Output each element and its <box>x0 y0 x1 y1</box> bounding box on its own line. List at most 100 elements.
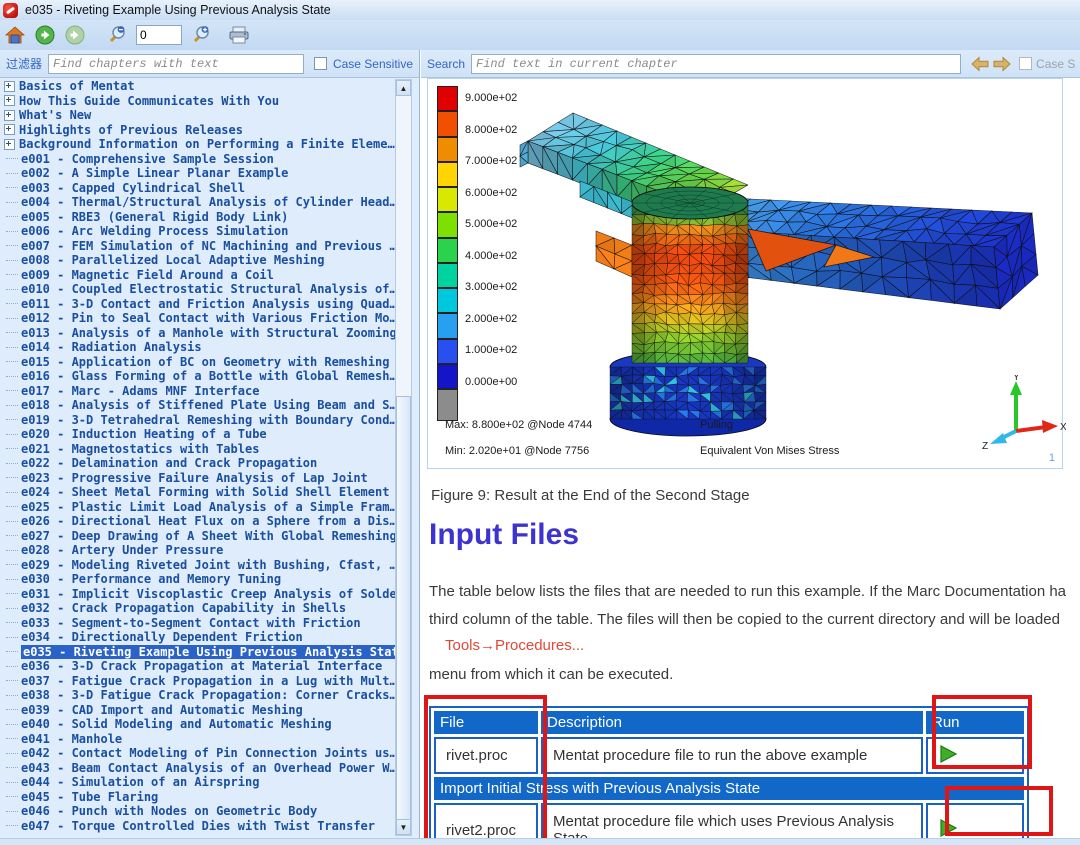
tree-item[interactable]: e015 - Application of BC on Geometry wit… <box>4 355 392 370</box>
colorbar-label: 5.000e+02 <box>465 218 518 231</box>
run-button-cell[interactable] <box>926 803 1024 838</box>
tree-item[interactable]: e042 - Contact Modeling of Pin Connectio… <box>4 746 397 761</box>
tree-item[interactable]: e003 - Capped Cylindrical Shell <box>4 181 392 196</box>
tree-item[interactable]: e030 - Performance and Memory Tuning <box>4 572 392 587</box>
menu-path-link[interactable]: Tools→Procedures... <box>445 637 584 654</box>
svg-text:X: X <box>1060 422 1066 433</box>
filter-input[interactable] <box>48 53 304 74</box>
tree-item[interactable]: e029 - Modeling Riveted Joint with Bushi… <box>4 558 397 573</box>
tree-item[interactable]: Background Information on Performing a F… <box>4 137 395 152</box>
scrollbar-thumb[interactable] <box>396 396 411 820</box>
tree-item[interactable]: e004 - Thermal/Structural Analysis of Cy… <box>4 195 397 210</box>
zoom-level-input[interactable] <box>136 25 182 45</box>
tree-item[interactable]: e027 - Deep Drawing of A Sheet With Glob… <box>4 529 397 544</box>
tree-item[interactable]: e038 - 3-D Fatigue Crack Propagation: Co… <box>4 688 397 703</box>
tree-item-label: e008 - Parallelized Local Adaptive Meshi… <box>21 253 325 267</box>
tree-twig <box>6 433 18 435</box>
bottom-scroll-strip[interactable] <box>0 838 1080 845</box>
tree-item-label: e032 - Crack Propagation Capability in S… <box>21 601 347 615</box>
tree-item[interactable]: e026 - Directional Heat Flux on a Sphere… <box>4 514 397 529</box>
run-play-icon[interactable] <box>938 744 958 764</box>
colorbar-label: 0.000e+00 <box>465 376 518 389</box>
tree-item[interactable]: e021 - Magnetostatics with Tables <box>4 442 392 457</box>
scroll-up-icon[interactable]: ▲ <box>396 80 411 96</box>
tree-item-label: e034 - Directionally Dependent Friction <box>21 630 303 644</box>
tree-item[interactable]: e032 - Crack Propagation Capability in S… <box>4 601 392 616</box>
tree-item[interactable]: e002 - A Simple Linear Planar Example <box>4 166 392 181</box>
tree-item[interactable]: e034 - Directionally Dependent Friction <box>4 630 392 645</box>
tree-item-label: e007 - FEM Simulation of NC Machining an… <box>21 238 397 253</box>
run-play-icon[interactable] <box>938 818 958 838</box>
tree-item[interactable]: e036 - 3-D Crack Propagation at Material… <box>4 659 392 674</box>
tree-item[interactable]: e006 - Arc Welding Process Simulation <box>4 224 392 239</box>
tree-item[interactable]: How This Guide Communicates With You <box>4 94 392 109</box>
scroll-down-icon[interactable]: ▼ <box>396 819 411 835</box>
colorbar-segment <box>437 313 458 339</box>
tree-item[interactable]: e022 - Delamination and Crack Propagatio… <box>4 456 392 471</box>
tree-item[interactable]: e014 - Radiation Analysis <box>4 340 392 355</box>
case-sensitive-checkbox[interactable] <box>313 57 327 70</box>
expand-icon[interactable] <box>4 124 15 136</box>
tree-twig <box>6 375 18 377</box>
tree-item[interactable]: e044 - Simulation of an Airspring <box>4 775 392 790</box>
tree-item[interactable]: e001 - Comprehensive Sample Session <box>4 152 392 167</box>
home-icon[interactable] <box>4 24 26 46</box>
tree-item[interactable]: e045 - Tube Flaring <box>4 790 392 805</box>
forward-icon[interactable] <box>64 24 86 46</box>
tree-item[interactable]: e047 - Torque Controlled Dies with Twist… <box>4 819 392 834</box>
zoom-in-icon[interactable] <box>190 24 212 46</box>
tree-item[interactable]: e031 - Implicit Viscoplastic Creep Analy… <box>4 587 404 602</box>
tree-item[interactable]: e007 - FEM Simulation of NC Machining an… <box>4 239 397 254</box>
tree-item[interactable]: e018 - Analysis of Stiffened Plate Using… <box>4 398 397 413</box>
tree-item[interactable]: e008 - Parallelized Local Adaptive Meshi… <box>4 253 392 268</box>
tree-item[interactable]: e020 - Induction Heating of a Tube <box>4 427 392 442</box>
tree-item[interactable]: e025 - Plastic Limit Load Analysis of a … <box>4 500 397 515</box>
tree-item[interactable]: e041 - Manhole <box>4 732 392 747</box>
tree-item[interactable]: e028 - Artery Under Pressure <box>4 543 392 558</box>
tree-item[interactable]: e024 - Sheet Metal Forming with Solid Sh… <box>4 485 392 500</box>
chapter-content-pane: 9.000e+02 8.000e+02 7.000e+02 6.000e+02 5.00… <box>421 78 1080 838</box>
tree-item[interactable]: What's New <box>4 108 392 123</box>
colorbar-segment <box>437 161 458 187</box>
tree-item[interactable]: e019 - 3-D Tetrahedral Remeshing with Bo… <box>4 413 397 428</box>
tree-item[interactable]: e011 - 3-D Contact and Friction Analysis… <box>4 297 397 312</box>
tree-item[interactable]: e040 - Solid Modeling and Automatic Mesh… <box>4 717 392 732</box>
search-case-checkbox[interactable] <box>1019 57 1033 70</box>
run-button-cell[interactable] <box>926 737 1024 774</box>
tree-item[interactable]: e005 - RBE3 (General Rigid Body Link) <box>4 210 392 225</box>
max-value-text: Max: 8.800e+02 @Node 4744 <box>445 419 593 431</box>
tree-item[interactable]: e012 - Pin to Seal Contact with Various … <box>4 311 397 326</box>
tree-item[interactable]: e043 - Beam Contact Analysis of an Overh… <box>4 761 397 776</box>
search-input[interactable] <box>471 53 962 74</box>
tree-item[interactable]: e017 - Marc - Adams MNF Interface <box>4 384 392 399</box>
search-bar: Search Case S <box>421 50 1080 78</box>
fea-mesh-image <box>519 112 1039 437</box>
tree-item[interactable]: e046 - Punch with Nodes on Geometric Bod… <box>4 804 392 819</box>
next-result-icon[interactable] <box>991 53 1013 75</box>
expand-icon[interactable] <box>4 138 15 150</box>
zoom-out-icon[interactable] <box>106 24 128 46</box>
colorbar-segment <box>437 363 458 389</box>
tree-item[interactable]: e035 - Riveting Example Using Previous A… <box>4 644 408 659</box>
tree-item[interactable]: e037 - Fatigue Crack Propagation in a Lu… <box>4 674 397 689</box>
tree-item[interactable]: e009 - Magnetic Field Around a Coil <box>4 268 392 283</box>
tree-item[interactable]: e039 - CAD Import and Automatic Meshing <box>4 703 392 718</box>
tree-item[interactable]: Highlights of Previous Releases <box>4 123 392 138</box>
svg-text:Y: Y <box>1013 375 1020 383</box>
tree-scrollbar[interactable]: ▲ ▼ <box>395 79 412 836</box>
tree-item[interactable]: e016 - Glass Forming of a Bottle with Gl… <box>4 369 397 384</box>
tree-item-label: e020 - Induction Heating of a Tube <box>21 427 267 441</box>
expand-icon[interactable] <box>4 80 15 92</box>
print-icon[interactable] <box>228 24 250 46</box>
tree-twig <box>6 361 18 363</box>
back-icon[interactable] <box>34 24 56 46</box>
tree-item[interactable]: e013 - Analysis of a Manhole with Struct… <box>4 326 397 341</box>
tree-item[interactable]: Basics of Mentat <box>4 79 392 94</box>
tree-item-label: e037 - Fatigue Crack Propagation in a Lu… <box>21 673 397 688</box>
expand-icon[interactable] <box>4 109 15 121</box>
prev-result-icon[interactable] <box>969 53 991 75</box>
tree-item[interactable]: e033 - Segment-to-Segment Contact with F… <box>4 616 392 631</box>
tree-item[interactable]: e010 - Coupled Electrostatic Structural … <box>4 282 397 297</box>
tree-item[interactable]: e023 - Progressive Failure Analysis of L… <box>4 471 392 486</box>
expand-icon[interactable] <box>4 95 15 107</box>
